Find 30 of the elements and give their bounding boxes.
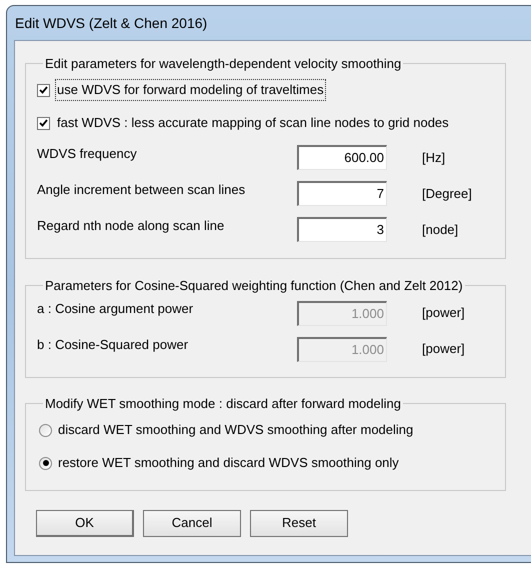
checkbox[interactable]	[37, 84, 50, 96]
unit-label: [power]	[422, 304, 465, 322]
checkbox[interactable]	[37, 116, 50, 130]
unit-label: [power]	[422, 340, 465, 358]
unit-label: [node]	[422, 220, 458, 239]
dialog-button[interactable]: Cancel	[143, 510, 241, 536]
unit-label: [Degree]	[422, 184, 472, 203]
field-label: b : Cosine-Squared power	[37, 336, 190, 354]
checkbox-label[interactable]: fast WDVS : less accurate mapping of scan line nodes to grid nodes	[56, 113, 450, 133]
group-title: Edit parameters for wavelength-dependent velocity smoothing	[44, 55, 402, 73]
window-title: Edit WDVS (Zelt & Chen 2016)	[15, 14, 208, 33]
group-title: Modify WET smoothing mode : discard after forward modeling	[44, 395, 402, 413]
radio-label[interactable]: discard WET smoothing and WDVS smoothing after modeling	[58, 420, 414, 440]
group-title: Parameters for Cosine-Squared weighting function (Chen and Zelt 2012)	[44, 276, 464, 295]
field-label: Angle increment between scan lines	[37, 180, 246, 199]
checkmark-icon	[39, 86, 48, 94]
checkmark-icon	[39, 119, 48, 127]
input-field[interactable]: 7	[297, 181, 387, 206]
field-label: WDVS frequency	[37, 144, 138, 163]
radio-label[interactable]: restore WET smoothing and discard WDVS smoothing only	[58, 453, 399, 473]
input-field[interactable]: 600.00	[297, 145, 387, 170]
radio-button[interactable]	[39, 424, 52, 436]
dialog-button[interactable]: Reset	[250, 510, 348, 536]
field-label: Regard nth node along scan line	[37, 216, 226, 235]
input-field[interactable]: 3	[297, 217, 387, 242]
field-label: a : Cosine argument power	[37, 300, 194, 318]
unit-label: [Hz]	[422, 148, 446, 167]
radio-button[interactable]	[39, 456, 52, 470]
checkbox-label[interactable]: use WDVS for forward modeling of traveltimes	[56, 80, 325, 100]
dialog-button[interactable]: OK	[36, 510, 134, 536]
